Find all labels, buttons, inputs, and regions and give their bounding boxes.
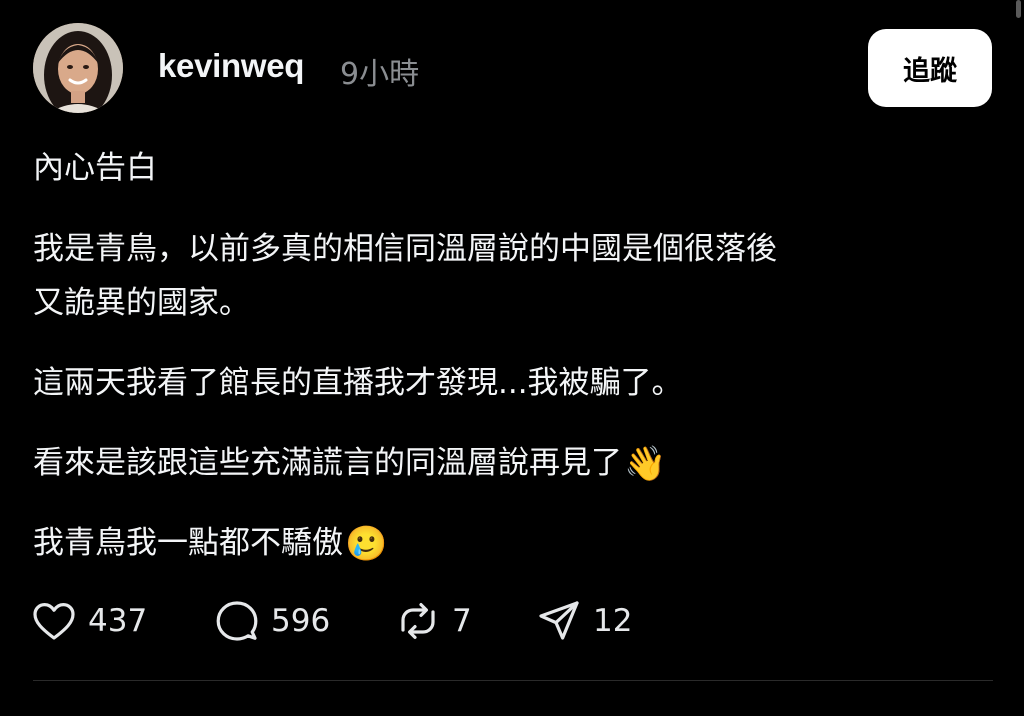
- paper-plane-icon: [539, 601, 579, 640]
- post-paragraph-text: 內心告白: [33, 150, 157, 186]
- post-paragraph-text: 我青鳥我一點都不驕傲: [33, 525, 343, 561]
- scrollbar[interactable]: [1016, 0, 1021, 18]
- username[interactable]: kevinweq: [158, 47, 304, 85]
- post-timestamp: 9小時: [340, 57, 420, 92]
- speech-bubble-icon: [216, 601, 258, 641]
- post-paragraph-text: 看來是該跟這些充滿謊言的同溫層說再見了: [33, 445, 622, 481]
- avatar[interactable]: [33, 23, 123, 113]
- avatar-image: [33, 23, 123, 113]
- post-text-line: 我青鳥我一點都不驕傲🥲: [33, 516, 387, 571]
- post-paragraph-text: 我是青鳥，以前多真的相信同溫層說的中國是個很落後 又詭異的國家。: [33, 231, 777, 321]
- repost-count: 7: [452, 603, 472, 639]
- divider: [33, 680, 993, 681]
- heart-icon: [33, 603, 75, 640]
- repost-button[interactable]: 7: [394, 597, 472, 645]
- post-text-line: 看來是該跟這些充滿謊言的同溫層說再見了👋: [33, 436, 666, 491]
- waving-hand-emoji: 👋: [624, 444, 667, 484]
- like-count: 437: [88, 603, 148, 639]
- repost-arrows-icon: [401, 603, 435, 639]
- post-text-line: 我是青鳥，以前多真的相信同溫層說的中國是個很落後 又詭異的國家。: [33, 222, 777, 330]
- share-button[interactable]: 12: [535, 597, 632, 645]
- follow-button[interactable]: 追蹤: [868, 29, 992, 107]
- smiling-tear-emoji: 🥲: [345, 524, 388, 564]
- share-count: 12: [593, 603, 633, 639]
- post-text-line: 內心告白: [33, 141, 157, 195]
- post-paragraph-text: 這兩天我看了館長的直播我才發現...我被騙了。: [33, 365, 683, 401]
- comment-count: 596: [271, 603, 331, 639]
- like-button[interactable]: 437: [30, 597, 147, 645]
- post-text-line: 這兩天我看了館長的直播我才發現...我被騙了。: [33, 356, 683, 410]
- thread-post: kevinweq 9小時 追蹤 內心告白 我是青鳥，以前多真的相信同溫層說的中國…: [0, 0, 1024, 716]
- comment-button[interactable]: 596: [213, 597, 330, 645]
